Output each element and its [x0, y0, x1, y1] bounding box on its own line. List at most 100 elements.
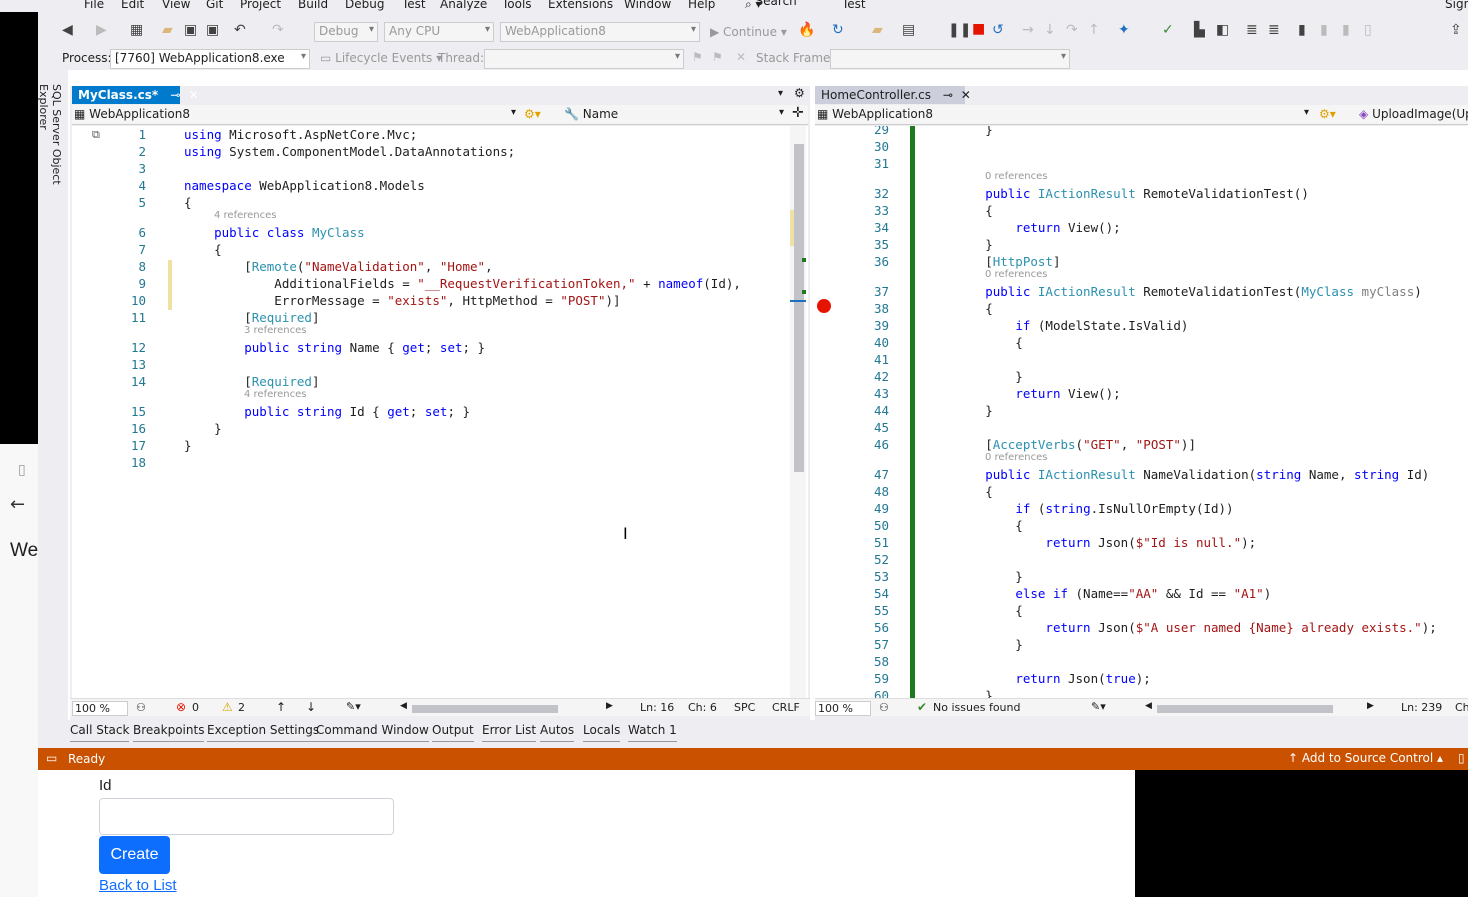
code-lens-references[interactable]: 0 references	[985, 269, 1048, 280]
close-icon[interactable]: ✕	[961, 88, 971, 102]
open-icon[interactable]: ▰	[162, 22, 173, 38]
code-line[interactable]: AdditionalFields = "__RequestVerificatio…	[184, 276, 741, 291]
platform-combo[interactable]: Any CPU	[384, 22, 494, 42]
startup-project-combo[interactable]: WebApplication8	[500, 22, 700, 42]
code-line[interactable]: [Remote("NameValidation", "Home",	[184, 259, 492, 274]
open-folder-icon[interactable]: ▰	[872, 22, 883, 38]
step-out-icon[interactable]: ↑	[1088, 22, 1100, 38]
browser-tab-icon[interactable]: ▯	[18, 462, 26, 478]
code-line[interactable]: }	[925, 569, 1023, 584]
restart-debug-icon[interactable]: ↺	[992, 22, 1004, 38]
save-icon[interactable]: ▣	[184, 22, 197, 38]
code-line[interactable]: {	[925, 203, 993, 218]
tab-watch-1[interactable]: Watch 1	[628, 723, 677, 742]
code-line[interactable]: public string Name { get; set; }	[184, 340, 485, 355]
tab-autos[interactable]: Autos	[540, 723, 575, 742]
redo-icon[interactable]: ↷	[272, 22, 284, 38]
forward-icon[interactable]: ▶	[96, 22, 107, 38]
code-line[interactable]: }	[925, 688, 993, 698]
zoom-combo[interactable]: 100 %	[815, 701, 871, 716]
code-line[interactable]: else if (Name=="AA" && Id == "A1")	[925, 586, 1271, 601]
outdent-icon[interactable]: ≣	[1268, 22, 1280, 38]
code-line[interactable]: public class MyClass	[184, 225, 365, 240]
code-line[interactable]: {	[184, 195, 192, 210]
bookmark-clear-icon[interactable]: ▯	[1364, 22, 1372, 38]
code-line[interactable]: }	[925, 237, 993, 252]
code-lens-references[interactable]: 3 references	[244, 325, 307, 336]
copilot-icon[interactable]: ⚇	[136, 701, 146, 714]
search-menu[interactable]: ⌕ Search ▾	[745, 0, 797, 12]
pause-icon[interactable]: ❚❚	[948, 22, 971, 38]
split-icon[interactable]: ✕	[736, 50, 746, 64]
id-input[interactable]	[99, 798, 394, 835]
code-line[interactable]: return Json(true);	[925, 671, 1150, 686]
flag-icon[interactable]: ⚑	[692, 50, 703, 64]
menu-view[interactable]: View	[162, 0, 190, 11]
code-line[interactable]: }	[184, 438, 192, 453]
nav-project-combo[interactable]: ▦ WebApplication8 ▾	[817, 107, 1311, 123]
code-line[interactable]: {	[184, 242, 222, 257]
h-scrollbar-thumb[interactable]	[1157, 705, 1333, 713]
undo-icon[interactable]: ↶	[234, 22, 246, 38]
nav-type-combo[interactable]: ⚙▾	[1319, 107, 1355, 121]
code-lens-references[interactable]: 0 references	[985, 171, 1048, 182]
code-line[interactable]: {	[925, 301, 993, 316]
code-line[interactable]: }	[925, 126, 993, 137]
zoom-combo[interactable]: 100 %	[72, 701, 128, 716]
tab-locals[interactable]: Locals	[583, 723, 621, 742]
tab-myclass[interactable]: MyClass.cs* ⊸ ✕	[72, 86, 199, 104]
hot-reload-icon[interactable]: 🔥	[798, 22, 815, 38]
restart-icon[interactable]: ↻	[832, 22, 844, 38]
h-scroll-left-icon[interactable]: ◀	[1145, 701, 1152, 711]
bookmark-icon[interactable]: ▮	[1298, 22, 1306, 38]
menu-extensions[interactable]: Extensions	[548, 0, 613, 11]
code-line[interactable]: public IActionResult RemoteValidationTes…	[925, 284, 1422, 299]
share-icon[interactable]: ⇪	[1450, 22, 1462, 38]
create-button[interactable]: Create	[99, 836, 170, 874]
tab-exception-settings[interactable]: Exception Settings	[207, 723, 320, 742]
code-line[interactable]: }	[925, 403, 993, 418]
tab-homecontroller[interactable]: HomeController.cs ⊸ ✕	[815, 86, 971, 104]
cleanup-icon[interactable]: ✎▾	[1091, 700, 1106, 713]
code-line[interactable]: public IActionResult NameValidation(stri…	[925, 467, 1429, 482]
h-scroll-right-icon[interactable]: ▶	[1367, 701, 1374, 711]
split-editor-icon[interactable]: ✛	[792, 105, 804, 121]
menu-tools[interactable]: Tools	[502, 0, 532, 11]
new-project-icon[interactable]: ▦	[130, 22, 143, 38]
settings-gear-icon[interactable]: ⚙	[794, 86, 805, 100]
browser-back-icon[interactable]: ←	[10, 494, 25, 515]
tab-output[interactable]: Output	[432, 723, 474, 742]
pin-icon[interactable]: ⊸	[170, 88, 180, 102]
show-next-statement-icon[interactable]: →	[1022, 22, 1034, 38]
menu-help[interactable]: Help	[688, 0, 715, 11]
bookmark-next-icon[interactable]: ▮	[1342, 22, 1350, 38]
copilot-icon[interactable]: ⚇	[879, 701, 889, 714]
code-line[interactable]: ErrorMessage = "exists", HttpMethod = "P…	[184, 293, 620, 308]
code-line[interactable]: }	[925, 637, 1023, 652]
vertical-scrollbar[interactable]	[790, 126, 806, 702]
continue-button[interactable]: ▶ Continue ▾	[710, 25, 787, 39]
h-scroll-right-icon[interactable]: ▶	[606, 701, 613, 711]
code-line[interactable]: {	[925, 335, 1023, 350]
back-to-list-link[interactable]: Back to List	[99, 877, 177, 894]
tab-breakpoints[interactable]: Breakpoints	[133, 723, 205, 742]
menu-build[interactable]: Build	[298, 0, 328, 11]
code-line[interactable]: namespace WebApplication8.Models	[184, 178, 425, 193]
code-lens-references[interactable]: 4 references	[214, 210, 277, 221]
code-line[interactable]: }	[925, 369, 1023, 384]
diagnostics-icon[interactable]: ✦	[1118, 22, 1130, 38]
sql-server-object-explorer-tab[interactable]: SQL Server Object Explorer	[37, 84, 63, 229]
step-into-icon[interactable]: ↓	[1044, 22, 1056, 38]
code-line[interactable]: }	[184, 421, 222, 436]
scroll-thumb[interactable]	[794, 144, 804, 472]
select-icon[interactable]: ▙	[1194, 22, 1205, 38]
indent-icon[interactable]: ≣	[1246, 22, 1258, 38]
notification-icon[interactable]: ▭	[46, 751, 57, 765]
nav-project-combo[interactable]: ▦ WebApplication8 ▾	[74, 107, 518, 123]
process-combo[interactable]: [7760] WebApplication8.exe	[110, 49, 310, 69]
tab-overflow-icon[interactable]: ▾	[778, 88, 783, 99]
nav-member-combo[interactable]: ◈ UploadImage(Up	[1359, 107, 1468, 123]
code-line[interactable]: {	[925, 518, 1023, 533]
spellcheck-icon[interactable]: ✓	[1162, 22, 1174, 38]
nav-up-icon[interactable]: ↑	[276, 700, 286, 714]
